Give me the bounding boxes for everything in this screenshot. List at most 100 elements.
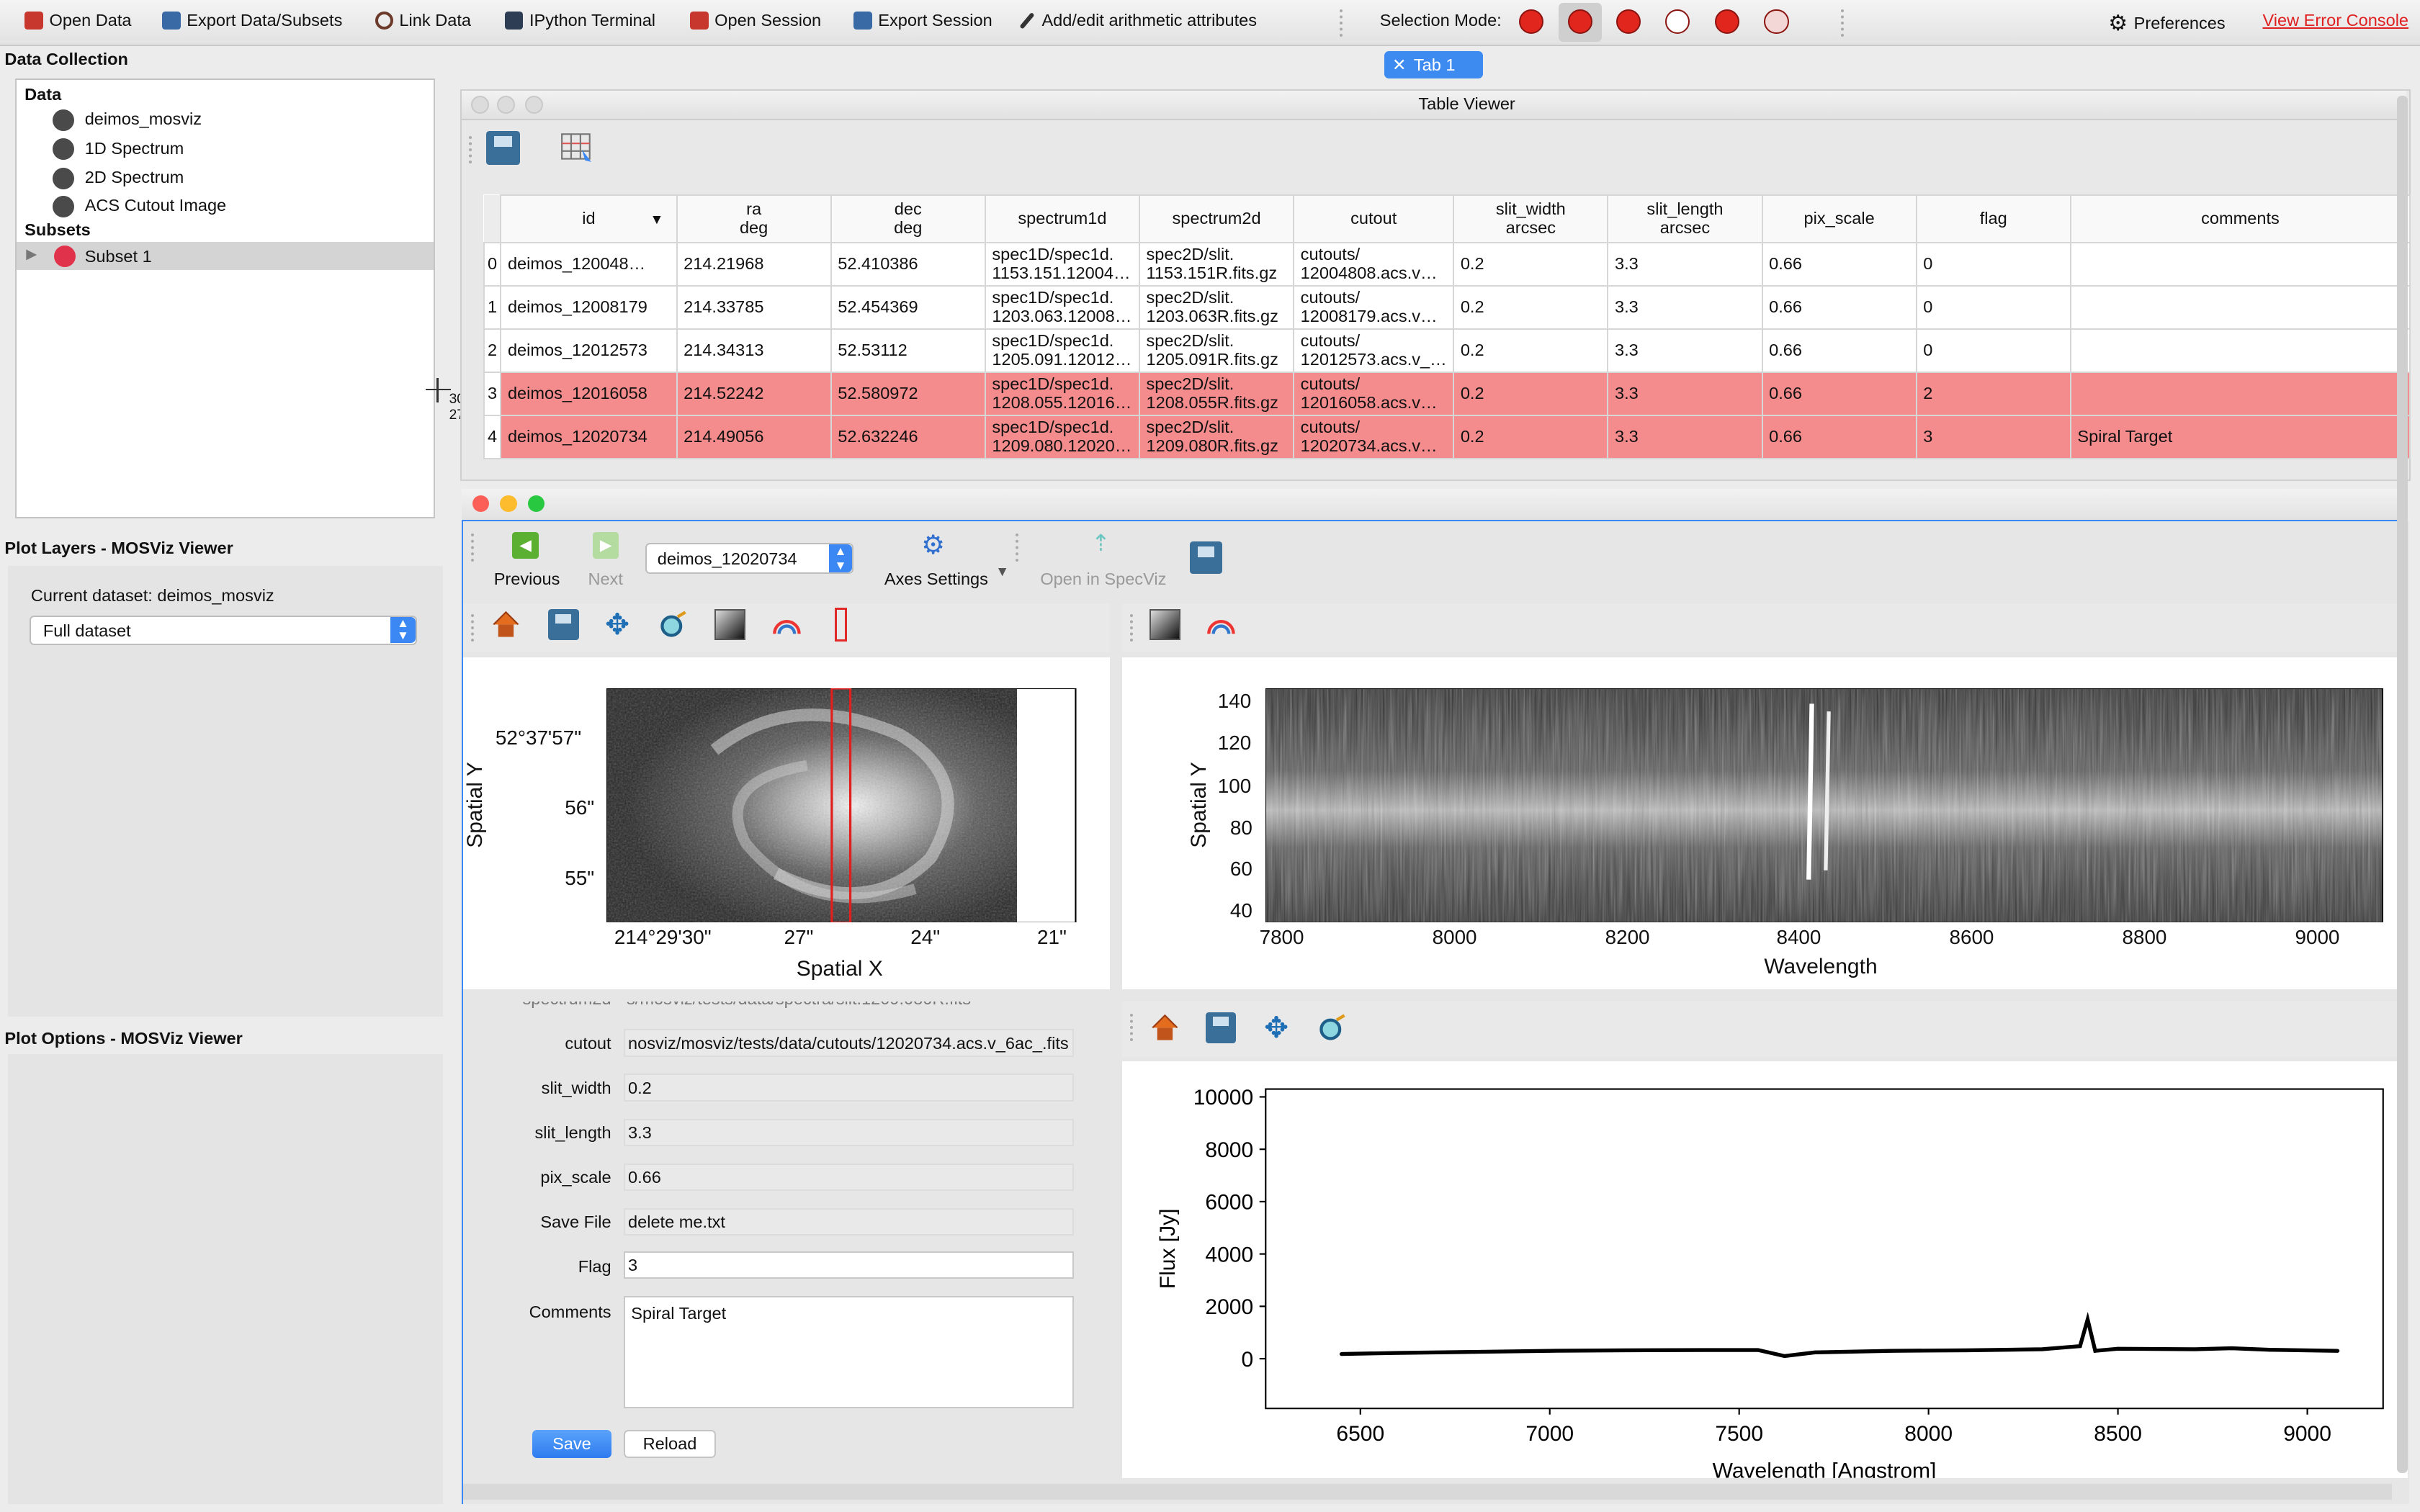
colormap-button[interactable] [1206, 609, 1237, 640]
cutout-field[interactable]: nosviz/mosviz/tests/data/cutouts/1202073… [623, 1029, 1075, 1057]
cell-ra[interactable]: 214.52242 [676, 371, 832, 416]
open-session-button[interactable]: Open Session [689, 11, 821, 30]
dropdown-arrow-icon[interactable]: ▼ [995, 564, 1009, 580]
cell-ra[interactable]: 214.21968 [676, 242, 832, 287]
column-header-comments[interactable]: comments [2069, 194, 2411, 244]
previous-button[interactable]: ◀ Previous [494, 529, 560, 591]
data-item[interactable]: 1D Spectrum [52, 138, 184, 161]
cell-comments[interactable]: Spiral Target [2069, 414, 2411, 459]
contrast-button[interactable] [714, 609, 745, 641]
cell-cutout[interactable]: cutouts/12016058.acs.v… [1293, 371, 1455, 416]
cell-dec[interactable]: 52.53112 [830, 328, 986, 373]
cell-cutout[interactable]: cutouts/12020734.acs.v… [1293, 414, 1455, 459]
window-minimize-icon[interactable] [497, 95, 516, 114]
replace-mode-button[interactable] [1559, 3, 1603, 42]
open-in-specviz-button[interactable]: ⇡ Open in SpecViz [1040, 529, 1170, 591]
column-header-slit-width[interactable]: slit_width arcsec [1453, 194, 1609, 244]
cell-slit-length[interactable]: 3.3 [1607, 328, 1763, 373]
contrast-button[interactable] [1150, 609, 1181, 641]
cell-spectrum1d[interactable]: spec1D/spec1d. 1203.063.12008… [984, 285, 1140, 330]
pan-button[interactable]: ✥ [602, 609, 633, 641]
column-header-id[interactable]: id ▼ [500, 194, 678, 244]
window-close-icon[interactable] [470, 95, 489, 114]
axes-settings-button[interactable]: ⚙ Axes Settings ▼ [883, 529, 1010, 591]
preferences-button[interactable]: ⚙ Preferences [2108, 11, 2226, 36]
slit-width-field[interactable]: 0.2 [623, 1074, 1075, 1102]
cell-id[interactable]: deimos_12008179 [500, 285, 678, 330]
cell-spectrum1d[interactable]: spec1D/spec1d. 1153.151.12004… [984, 242, 1140, 287]
cell-flag[interactable]: 0 [1915, 328, 2071, 373]
save-table-button[interactable] [486, 131, 521, 166]
table-row[interactable]: 2 deimos_12012573 214.34313 52.53112 spec1D/… [483, 328, 2411, 373]
cell-flag[interactable]: 0 [1915, 285, 2071, 330]
cell-slit-width[interactable]: 0.2 [1453, 328, 1609, 373]
table-row[interactable]: 0 deimos_120048… 214.21968 52.410386 spec1D/… [483, 242, 2411, 287]
expand-arrow-icon[interactable]: ▶ [26, 246, 37, 263]
cell-dec[interactable]: 52.580972 [830, 371, 986, 416]
cell-slit-length[interactable]: 3.3 [1607, 242, 1763, 287]
column-header-ra[interactable]: ra deg [676, 194, 832, 244]
home-button[interactable] [1150, 1012, 1180, 1043]
subset-item[interactable]: ▶ Subset 1 [17, 242, 434, 270]
zoom-button[interactable] [658, 609, 689, 640]
cell-slit-width[interactable]: 0.2 [1453, 285, 1609, 330]
cell-cutout[interactable]: cutouts/12008179.acs.v… [1293, 285, 1455, 330]
column-header-flag[interactable]: flag [1915, 194, 2071, 244]
row-index[interactable]: 3 [483, 371, 502, 416]
close-icon[interactable]: ✕ [1392, 51, 1407, 79]
cell-spectrum2d[interactable]: spec2D/slit. 1203.063R.fits.gz [1138, 285, 1295, 330]
cell-spectrum1d[interactable]: spec1D/spec1d. 1208.055.12016… [984, 371, 1140, 416]
cell-id[interactable]: deimos_120048… [500, 242, 678, 287]
cell-flag[interactable]: 2 [1915, 371, 2071, 416]
row-select-button[interactable] [560, 131, 594, 165]
flag-field[interactable]: 3 [623, 1251, 1075, 1279]
data-item[interactable]: ACS Cutout Image [52, 194, 226, 217]
save-figure-button[interactable] [1205, 1012, 1237, 1043]
cell-spectrum1d[interactable]: spec1D/spec1d. 1205.091.12012… [984, 328, 1140, 373]
arithmetic-button[interactable]: Add/edit arithmetic attributes [1019, 11, 1257, 30]
cell-slit-length[interactable]: 3.3 [1607, 371, 1763, 416]
cell-cutout[interactable]: cutouts/12004808.acs.v… [1293, 242, 1455, 287]
column-header-spectrum2d[interactable]: spectrum2d [1138, 194, 1295, 244]
window-minimize-icon[interactable] [500, 495, 517, 513]
column-header-pix-scale[interactable]: pix_scale [1761, 194, 1917, 244]
horizontal-scrollbar[interactable] [462, 1484, 2393, 1500]
table-row[interactable]: 3 deimos_12016058 214.52242 52.580972 spec1D… [483, 371, 2411, 416]
cell-spectrum2d[interactable]: spec2D/slit. 1208.055R.fits.gz [1138, 371, 1295, 416]
row-index[interactable]: 0 [483, 242, 502, 287]
cell-ra[interactable]: 214.49056 [676, 414, 832, 459]
window-zoom-icon[interactable] [527, 495, 545, 513]
cell-comments[interactable] [2069, 285, 2411, 330]
export-session-button[interactable]: Export Session [853, 11, 992, 30]
next-button[interactable]: ▶ Next [588, 529, 634, 591]
save-button[interactable]: Save [532, 1430, 611, 1459]
cell-slit-width[interactable]: 0.2 [1453, 242, 1609, 287]
cell-slit-width[interactable]: 0.2 [1453, 414, 1609, 459]
column-header-dec[interactable]: dec deg [830, 194, 986, 244]
row-index[interactable]: 2 [483, 328, 502, 373]
slit-length-field[interactable]: 3.3 [623, 1118, 1075, 1147]
pan-button[interactable]: ✥ [1261, 1012, 1292, 1043]
cell-spectrum2d[interactable]: spec2D/slit. 1205.091R.fits.gz [1138, 328, 1295, 373]
cell-comments[interactable] [2069, 242, 2411, 287]
cell-pix-scale[interactable]: 0.66 [1761, 414, 1917, 459]
cell-comments[interactable] [2069, 328, 2411, 373]
link-data-button[interactable]: Link Data [375, 11, 471, 30]
target-select[interactable]: deimos_12020734 ▲ ▼ [645, 543, 853, 575]
cell-slit-width[interactable]: 0.2 [1453, 371, 1609, 416]
row-index[interactable]: 4 [483, 414, 502, 459]
table-row[interactable]: 1 deimos_12008179 214.33785 52.454369 spec1D… [483, 285, 2411, 330]
cell-dec[interactable]: 52.410386 [830, 242, 986, 287]
cell-slit-length[interactable]: 3.3 [1607, 285, 1763, 330]
cell-flag[interactable]: 0 [1915, 242, 2071, 287]
cell-spectrum1d[interactable]: spec1D/spec1d. 1209.080.12020… [984, 414, 1140, 459]
tab-1[interactable]: ✕ Tab 1 [1384, 50, 1484, 79]
save-figure-button[interactable] [547, 609, 579, 641]
cell-id[interactable]: deimos_12020734 [500, 414, 678, 459]
cell-id[interactable]: deimos_12016058 [500, 371, 678, 416]
home-button[interactable] [490, 609, 521, 640]
cell-pix-scale[interactable]: 0.66 [1761, 371, 1917, 416]
column-header-slit-length[interactable]: slit_length arcsec [1607, 194, 1763, 244]
row-index[interactable]: 1 [483, 285, 502, 330]
column-header-cutout[interactable]: cutout [1293, 194, 1455, 244]
